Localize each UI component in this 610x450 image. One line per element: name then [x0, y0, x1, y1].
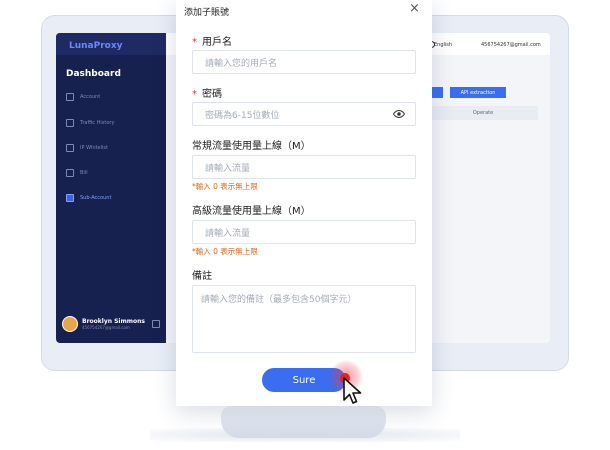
sidebar-item-bill[interactable]: Bill [66, 169, 88, 177]
sidebar-item-label: Traffic History [80, 120, 115, 126]
premium-traffic-field[interactable] [192, 220, 416, 245]
dialog-title: 添加子賬號 [184, 8, 230, 18]
app-logo: LunaProxy [69, 41, 123, 51]
mouse-cursor-icon [343, 377, 362, 404]
regular-traffic-hint: *輸入 0 表示無上限 [192, 182, 258, 191]
language-selector[interactable]: English [434, 42, 452, 48]
username-field[interactable] [192, 50, 416, 75]
eye-icon[interactable] [393, 108, 405, 120]
regular-traffic-field[interactable] [192, 155, 416, 180]
username-input[interactable] [193, 53, 415, 75]
premium-traffic-hint: *輸入 0 表示無上限 [192, 247, 258, 256]
table-header-operate: Operate [428, 106, 538, 120]
sub-account-icon [66, 194, 74, 202]
premium-traffic-label: 高級流量使用量上線（M） [192, 206, 311, 217]
sidebar: LunaProxy Dashboard Account Traffic Hist… [56, 33, 166, 343]
regular-traffic-input[interactable] [193, 158, 415, 180]
password-label: * 密碼 [192, 85, 222, 100]
logout-icon[interactable] [152, 320, 160, 328]
user-profile[interactable]: Brooklyn Simmons 456754267@gmail.com [62, 316, 145, 332]
traffic-icon [66, 119, 74, 127]
dashboard-title[interactable]: Dashboard [66, 69, 121, 79]
password-field[interactable] [192, 102, 416, 127]
api-extraction-button[interactable]: API extraction [450, 87, 506, 98]
remark-field[interactable] [192, 285, 416, 353]
sidebar-item-label: Account [80, 94, 101, 100]
account-email[interactable]: 456754267@gmail.com [481, 42, 541, 48]
required-mark: * [192, 89, 197, 100]
sidebar-item-label: Sub-Account [80, 195, 112, 201]
sidebar-item-label: Bill [80, 170, 88, 176]
monitor-stand-base [221, 406, 386, 438]
close-icon[interactable]: × [409, 1, 420, 17]
premium-traffic-input[interactable] [193, 223, 415, 245]
password-label-text: 密碼 [202, 89, 222, 100]
add-sub-account-dialog: 添加子賬號 × * 用戶名 * 密碼 常規流量使用量上線（M） *輸入 0 表示無上… [176, 0, 432, 406]
account-icon [66, 93, 74, 101]
user-name: Brooklyn Simmons [82, 318, 145, 325]
sidebar-item-traffic-history[interactable]: Traffic History [66, 119, 114, 127]
sidebar-item-sub-account[interactable]: Sub-Account [66, 194, 111, 202]
required-mark: * [192, 37, 197, 48]
remark-textarea[interactable] [193, 286, 415, 352]
sidebar-item-ip-whitelist[interactable]: IP Whitelist [66, 144, 108, 152]
bill-icon [66, 169, 74, 177]
sidebar-item-label: IP Whitelist [80, 145, 108, 151]
sidebar-item-account[interactable]: Account [66, 93, 100, 101]
user-email: 456754267@gmail.com [82, 325, 130, 330]
username-label-text: 用戶名 [202, 37, 232, 48]
avatar [62, 316, 78, 332]
whitelist-icon [66, 144, 74, 152]
password-input[interactable] [193, 105, 415, 127]
regular-traffic-label: 常規流量使用量上線（M） [192, 141, 311, 152]
remark-label: 備註 [192, 271, 212, 282]
username-label: * 用戶名 [192, 33, 232, 48]
